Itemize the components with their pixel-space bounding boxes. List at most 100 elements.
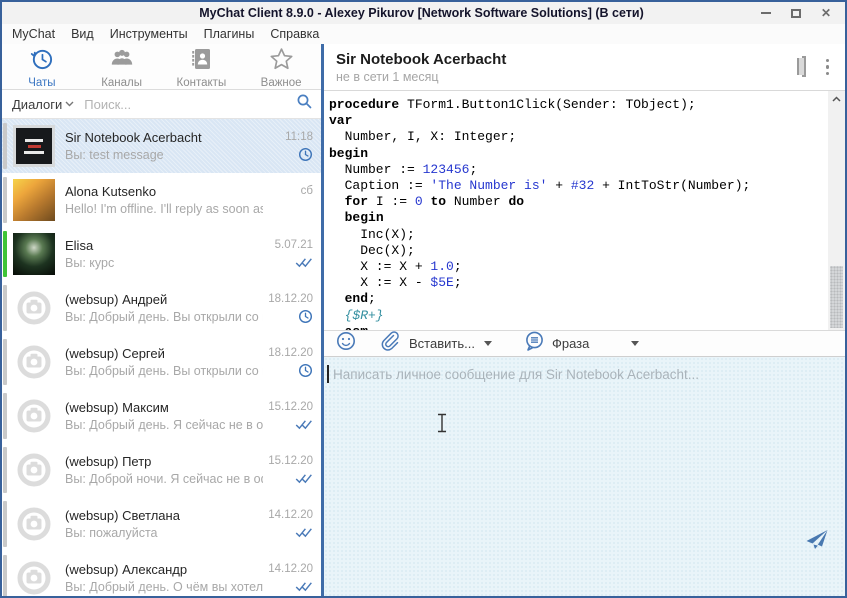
maximize-button[interactable] xyxy=(781,3,811,23)
mouse-ibeam-cursor xyxy=(436,413,448,438)
chat-list-item[interactable]: Alona KutsenkoHello! I'm offline. I'll r… xyxy=(2,173,321,227)
avatar xyxy=(13,503,55,545)
presence-bar xyxy=(3,123,7,169)
chevron-down-icon[interactable] xyxy=(65,101,74,107)
avatar xyxy=(13,179,55,221)
chat-list-item[interactable]: (websup) МаксимВы: Добрый день. Я сейчас… xyxy=(2,389,321,443)
chat-preview: Вы: Добрый день. Я сейчас не в офи... xyxy=(65,418,263,432)
avatar xyxy=(13,557,55,596)
message-input[interactable]: Написать личное сообщение для Sir Notebo… xyxy=(324,357,845,596)
code-line: procedure TForm1.Button1Click(Sender: TO… xyxy=(329,97,822,113)
tab-channels[interactable]: Каналы xyxy=(82,44,162,89)
pending-clock-icon xyxy=(298,363,313,378)
tab-chats-label: Чаты xyxy=(28,77,55,89)
code-line: Inc(X); xyxy=(329,227,822,243)
menu-plugins[interactable]: Плагины xyxy=(204,27,255,41)
presence-bar xyxy=(3,339,7,385)
code-line: X := X - $5E; xyxy=(329,275,822,291)
chat-list-item[interactable]: (websup) АндрейВы: Добрый день. Вы откры… xyxy=(2,281,321,335)
history-clock-icon xyxy=(29,47,54,76)
close-button[interactable]: ✕ xyxy=(811,3,841,23)
presence-status: не в сети 1 месяц xyxy=(336,70,802,84)
chat-list-item[interactable]: ElisaВы: курс5.07.21 xyxy=(2,227,321,281)
search-input[interactable]: Поиск... xyxy=(84,97,296,112)
code-line: begin xyxy=(329,210,822,226)
read-doublecheck-icon xyxy=(295,579,313,594)
tab-chats[interactable]: Чаты xyxy=(2,44,82,89)
chat-preview: Вы: test message xyxy=(65,148,263,162)
menu-tools[interactable]: Инструменты xyxy=(110,27,188,41)
presence-bar xyxy=(3,177,7,223)
code-line: asm xyxy=(329,324,822,330)
code-line: Number := 123456; xyxy=(329,162,822,178)
search-icon[interactable] xyxy=(296,93,313,115)
chat-name: Elisa xyxy=(65,238,263,253)
chat-list-item[interactable]: (websup) СветланаВы: пожалуйста14.12.20 xyxy=(2,497,321,551)
window-controls: ✕ xyxy=(751,3,841,23)
chat-list-item[interactable]: (websup) Сергей Вы: Добрый день. Вы откры… xyxy=(2,335,321,389)
presence-bar xyxy=(3,447,7,493)
avatar xyxy=(13,233,55,275)
tab-channels-label: Каналы xyxy=(101,77,142,89)
code-line: Caption := 'The Number is' + #32 + IntTo… xyxy=(329,178,822,194)
chat-preview: Вы: курс xyxy=(65,256,263,270)
phrase-button[interactable]: Фраза xyxy=(524,331,589,356)
code-line: for I := 0 to Number do xyxy=(329,194,822,210)
send-button[interactable] xyxy=(805,529,829,556)
chat-list: Sir Notebook AcerbachtВы: test message11… xyxy=(2,119,321,596)
text-caret xyxy=(327,365,329,383)
tab-important-label: Важное xyxy=(261,77,302,89)
minimize-button[interactable] xyxy=(751,3,781,23)
presence-bar xyxy=(3,393,7,439)
menu-view[interactable]: Вид xyxy=(71,27,94,41)
code-line: var xyxy=(329,113,822,129)
close-icon: ✕ xyxy=(821,6,831,20)
scrollbar-track[interactable] xyxy=(828,107,845,314)
dialogs-filter-dropdown[interactable]: Диалоги xyxy=(12,97,62,112)
chat-preview: Вы: Доброй ночи. Я сейчас не в офи... xyxy=(65,472,263,486)
chat-preview: Вы: Добрый день. Вы открыли со мн... xyxy=(65,364,263,378)
phrase-bubble-icon xyxy=(524,331,545,356)
tab-important[interactable]: Важное xyxy=(241,44,321,89)
presence-bar xyxy=(3,285,7,331)
emoji-button[interactable] xyxy=(336,331,356,356)
titlebar: MyChat Client 8.9.0 - Alexey Pikurov [Ne… xyxy=(2,2,845,24)
scroll-up-icon[interactable] xyxy=(828,91,845,107)
phrase-dropdown-button[interactable] xyxy=(631,341,639,346)
menu-help[interactable]: Справка xyxy=(270,27,319,41)
chat-time: 18.12.20 xyxy=(268,347,313,359)
attach-icon[interactable] xyxy=(378,330,400,357)
vertical-scrollbar[interactable] xyxy=(828,91,845,330)
avatar xyxy=(13,341,55,383)
presence-bar xyxy=(3,501,7,547)
code-line: begin xyxy=(329,146,822,162)
chat-list-item[interactable]: Sir Notebook AcerbachtВы: test message11… xyxy=(2,119,321,173)
code-line: end; xyxy=(329,291,822,307)
code-line: X := X + 1.0; xyxy=(329,259,822,275)
window-title: MyChat Client 8.9.0 - Alexey Pikurov [Ne… xyxy=(2,6,751,20)
chat-time: 14.12.20 xyxy=(268,563,313,575)
chat-list-item[interactable]: (websup) ПетрВы: Доброй ночи. Я сейчас н… xyxy=(2,443,321,497)
chat-preview: Hello! I'm offline. I'll reply as soon a… xyxy=(65,202,263,216)
address-book-icon xyxy=(189,47,213,76)
insert-button[interactable]: Вставить... xyxy=(409,336,492,351)
minimize-icon xyxy=(761,12,771,14)
chat-time: 15.12.20 xyxy=(268,455,313,467)
avatar xyxy=(13,449,55,491)
pending-clock-icon xyxy=(298,147,313,162)
tab-contacts[interactable]: Контакты xyxy=(162,44,242,89)
chat-time: 15.12.20 xyxy=(268,401,313,413)
chat-name: (websup) Сергей xyxy=(65,346,263,361)
conversation-panel: Sir Notebook Acerbacht не в сети 1 месяц… xyxy=(324,44,845,596)
conversation-title: Sir Notebook Acerbacht xyxy=(336,51,802,68)
chat-list-item[interactable]: (websup) АлександрВы: Добрый день. О чём… xyxy=(2,551,321,596)
chat-preview: Вы: пожалуйста xyxy=(65,526,263,540)
avatar xyxy=(13,287,55,329)
conversation-header: Sir Notebook Acerbacht не в сети 1 месяц xyxy=(324,44,845,91)
presence-bar xyxy=(3,231,7,277)
more-options-button[interactable] xyxy=(826,59,830,76)
scrollbar-thumb[interactable] xyxy=(830,266,843,328)
split-panel-button[interactable] xyxy=(802,58,806,76)
menu-mychat[interactable]: MyChat xyxy=(12,27,55,41)
people-icon xyxy=(109,47,135,76)
